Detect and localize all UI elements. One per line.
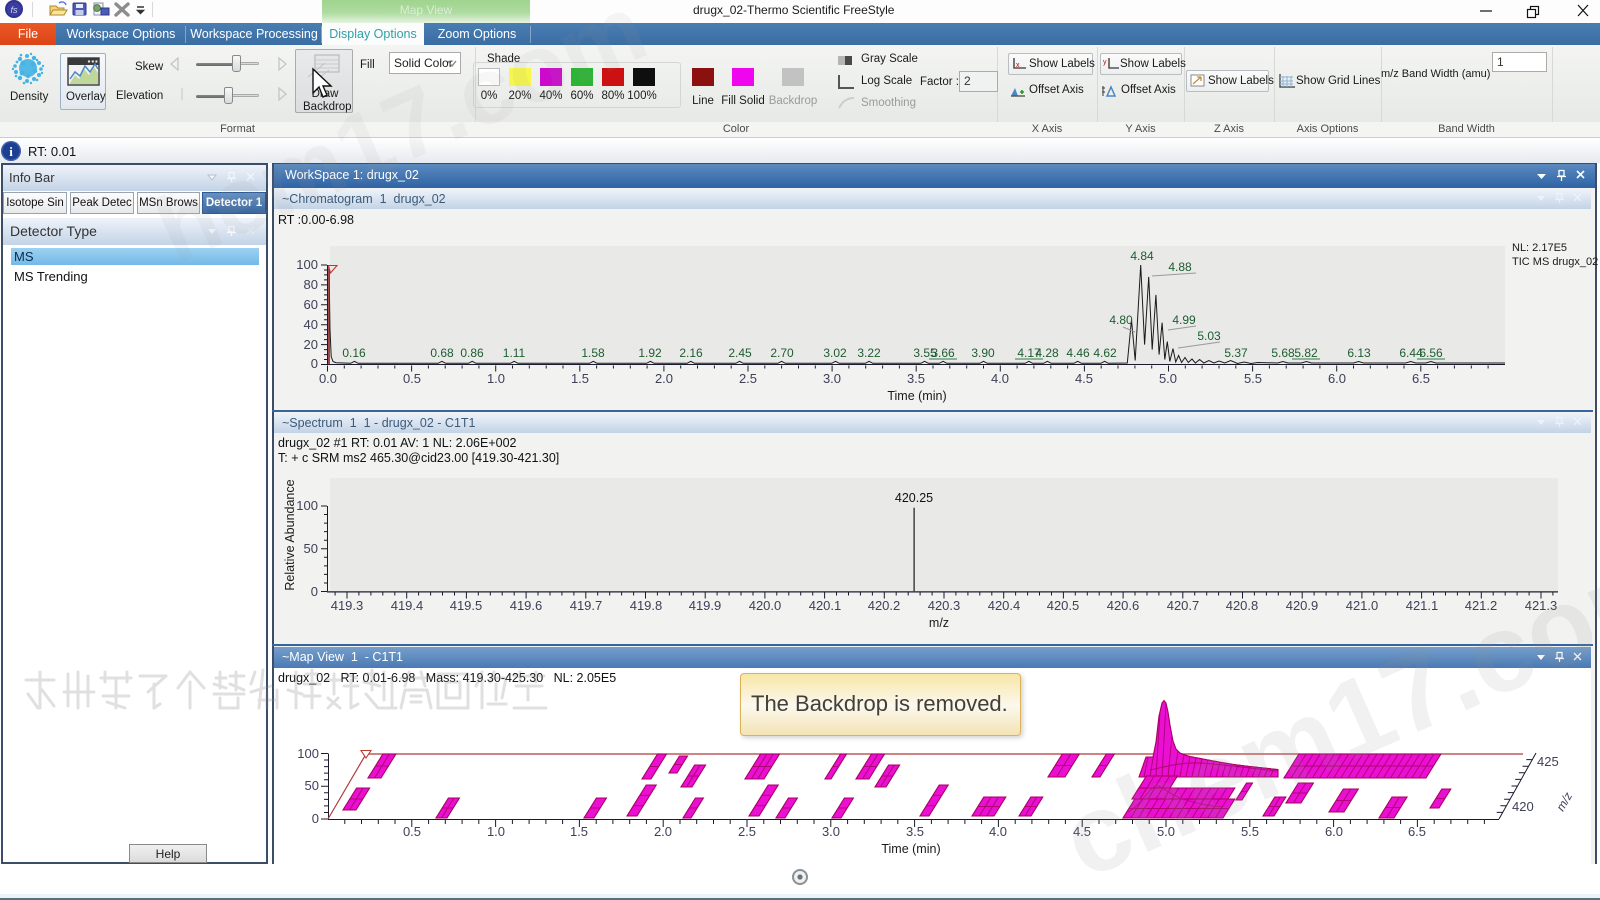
svg-text:fs: fs xyxy=(10,5,18,15)
svg-text:x: x xyxy=(1016,62,1020,69)
svg-text:y: y xyxy=(1103,59,1107,66)
svg-text:i: i xyxy=(9,144,13,159)
